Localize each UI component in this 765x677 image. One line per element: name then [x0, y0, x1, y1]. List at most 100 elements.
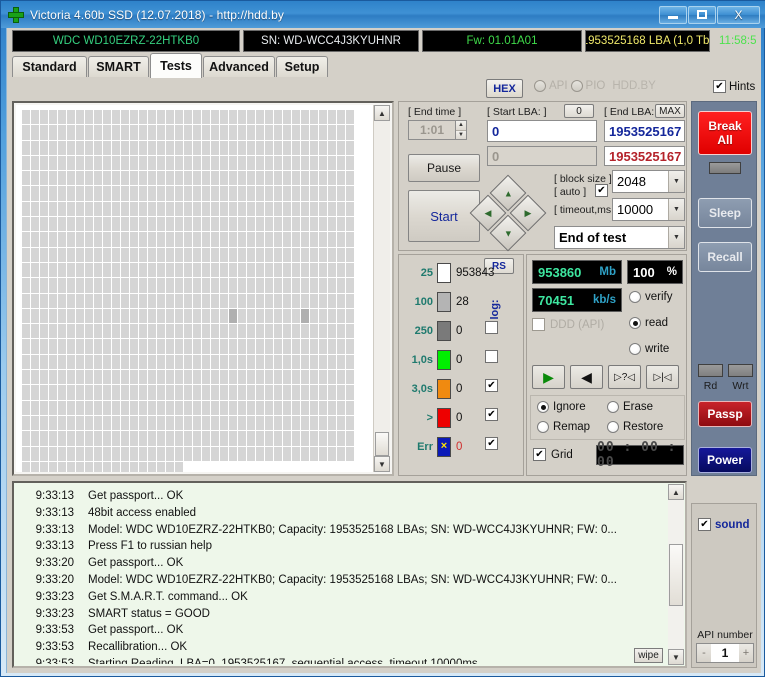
radio-write[interactable]: [629, 343, 641, 355]
log-scrollbar[interactable]: ▲ ▼: [668, 484, 684, 665]
tab-smart[interactable]: SMART: [88, 56, 149, 77]
ddd-api-checkbox[interactable]: [532, 318, 545, 331]
radio-verify[interactable]: [629, 291, 641, 303]
start-button[interactable]: Start: [408, 190, 480, 242]
play-backward-button[interactable]: ◀: [570, 365, 603, 389]
block-map-cell: [175, 140, 183, 155]
radio-remap[interactable]: [537, 421, 549, 433]
block-map-cell: [112, 446, 120, 461]
block-map-cell: [256, 125, 264, 140]
block-map-cell: [175, 339, 183, 354]
chevron-down-icon[interactable]: ▼: [668, 199, 684, 220]
end-action-combo[interactable]: End of test ▼: [554, 226, 685, 249]
to-log-checkbox[interactable]: ✔: [485, 379, 498, 392]
block-map-cell: [202, 308, 210, 324]
api-number-decrement[interactable]: -: [697, 644, 711, 662]
radio-api[interactable]: [534, 80, 546, 92]
log-scroll-down-icon[interactable]: ▼: [668, 649, 684, 665]
scroll-thumb[interactable]: [375, 432, 389, 456]
chevron-down-icon[interactable]: ▼: [668, 227, 684, 248]
random-seek-button[interactable]: ▷?◁: [608, 365, 641, 389]
mode-read[interactable]: read: [629, 317, 668, 329]
pause-button[interactable]: Pause: [408, 154, 480, 182]
end-time-spinner-up[interactable]: ▲: [456, 121, 466, 131]
api-number-increment[interactable]: +: [739, 644, 753, 662]
tab-tests[interactable]: Tests: [150, 53, 202, 78]
log-scroll-thumb[interactable]: [669, 544, 683, 606]
start-lba-input[interactable]: 0: [487, 120, 597, 142]
defect-erase[interactable]: Erase: [607, 401, 653, 413]
block-map-cell: [229, 171, 237, 186]
block-map-cell: [58, 155, 66, 171]
block-map-scrollbar[interactable]: ▲ ▼: [373, 105, 390, 472]
api-number-value[interactable]: 1: [711, 644, 739, 662]
hex-button[interactable]: HEX: [486, 79, 523, 98]
log-scroll-up-icon[interactable]: ▲: [668, 484, 684, 500]
break-all-button[interactable]: Break All: [698, 111, 752, 155]
block-map-cell: [31, 140, 39, 155]
end-lba-input[interactable]: 1953525167: [604, 120, 685, 142]
auto-checkbox[interactable]: ✔: [595, 184, 608, 197]
hints-checkbox[interactable]: ✔: [713, 80, 726, 93]
recall-button[interactable]: Recall: [698, 242, 752, 272]
defect-ignore[interactable]: Ignore: [537, 401, 586, 413]
end-time-spinner-down[interactable]: ▼: [456, 130, 466, 139]
log-line-message: SMART status = GOOD: [88, 607, 210, 620]
block-map-cell: [310, 186, 318, 201]
timing-stat-row: 25 953843: [403, 259, 521, 286]
block-size-combo[interactable]: 2048 ▼: [612, 170, 685, 193]
block-map-cell: [229, 431, 237, 446]
block-map-panel[interactable]: ▲ ▼: [12, 101, 394, 476]
grid-checkbox[interactable]: ✔: [533, 448, 546, 461]
end-lba-max-button[interactable]: MAX: [655, 104, 685, 118]
scroll-track[interactable]: [374, 121, 390, 432]
mode-write[interactable]: write: [629, 343, 669, 355]
end-time-spinner[interactable]: ▲ ▼: [456, 120, 467, 140]
tab-advanced[interactable]: Advanced: [203, 56, 275, 77]
chevron-down-icon[interactable]: ▼: [668, 171, 684, 192]
maximize-button[interactable]: [688, 5, 716, 24]
scroll-up-icon[interactable]: ▲: [374, 105, 390, 121]
defect-restore[interactable]: Restore: [607, 421, 663, 433]
scroll-down-icon[interactable]: ▼: [374, 456, 390, 472]
tab-setup[interactable]: Setup: [276, 56, 328, 77]
start-lba-reset-button[interactable]: 0: [564, 104, 594, 118]
radio-read[interactable]: [629, 317, 641, 329]
block-map-canvas[interactable]: [16, 105, 373, 472]
log-scroll-track-bottom[interactable]: [668, 606, 684, 649]
sleep-button[interactable]: Sleep: [698, 198, 752, 228]
close-button[interactable]: X: [717, 5, 760, 24]
block-map-cell: [256, 385, 264, 400]
grid-toggle[interactable]: ✔ Grid: [533, 448, 573, 461]
radio-restore[interactable]: [607, 421, 619, 433]
wipe-log-button[interactable]: wipe: [634, 648, 663, 663]
speed-readout: 70451 kb/s: [532, 288, 622, 312]
to-log-checkbox[interactable]: [485, 350, 498, 363]
log-scroll-track-top[interactable]: [668, 500, 684, 544]
to-log-checkbox[interactable]: [485, 321, 498, 334]
radio-erase[interactable]: [607, 401, 619, 413]
radio-pio[interactable]: [570, 80, 583, 92]
block-map-cell: [238, 201, 246, 217]
mode-verify[interactable]: verify: [629, 291, 672, 303]
power-button[interactable]: Power: [698, 447, 752, 473]
ddd-api-toggle[interactable]: DDD (API): [532, 318, 604, 331]
block-map-cell: [229, 324, 237, 339]
sound-toggle[interactable]: ✔ sound: [698, 518, 750, 531]
seek-end-button[interactable]: ▷|◁: [646, 365, 679, 389]
api-number-stepper[interactable]: - 1 +: [696, 643, 754, 663]
to-log-checkbox[interactable]: ✔: [485, 437, 498, 450]
minimize-button[interactable]: [659, 5, 687, 24]
title-bar[interactable]: Victoria 4.60b SSD (12.07.2018) - http:/…: [1, 1, 765, 28]
block-map-cell: [310, 431, 318, 446]
log-panel[interactable]: 9:33:13 Get passport... OK 9:33:13 48bit ac…: [12, 481, 687, 668]
defect-remap[interactable]: Remap: [537, 421, 590, 433]
to-log-checkbox[interactable]: ✔: [485, 408, 498, 421]
radio-ignore[interactable]: [537, 401, 549, 413]
timeout-combo[interactable]: 10000 ▼: [612, 198, 685, 221]
play-forward-button[interactable]: ▶: [532, 365, 565, 389]
sound-checkbox[interactable]: ✔: [698, 518, 711, 531]
passport-button[interactable]: Passp: [698, 401, 752, 427]
hints-toggle[interactable]: ✔ Hints: [713, 80, 755, 93]
tab-standard[interactable]: Standard: [12, 56, 87, 77]
